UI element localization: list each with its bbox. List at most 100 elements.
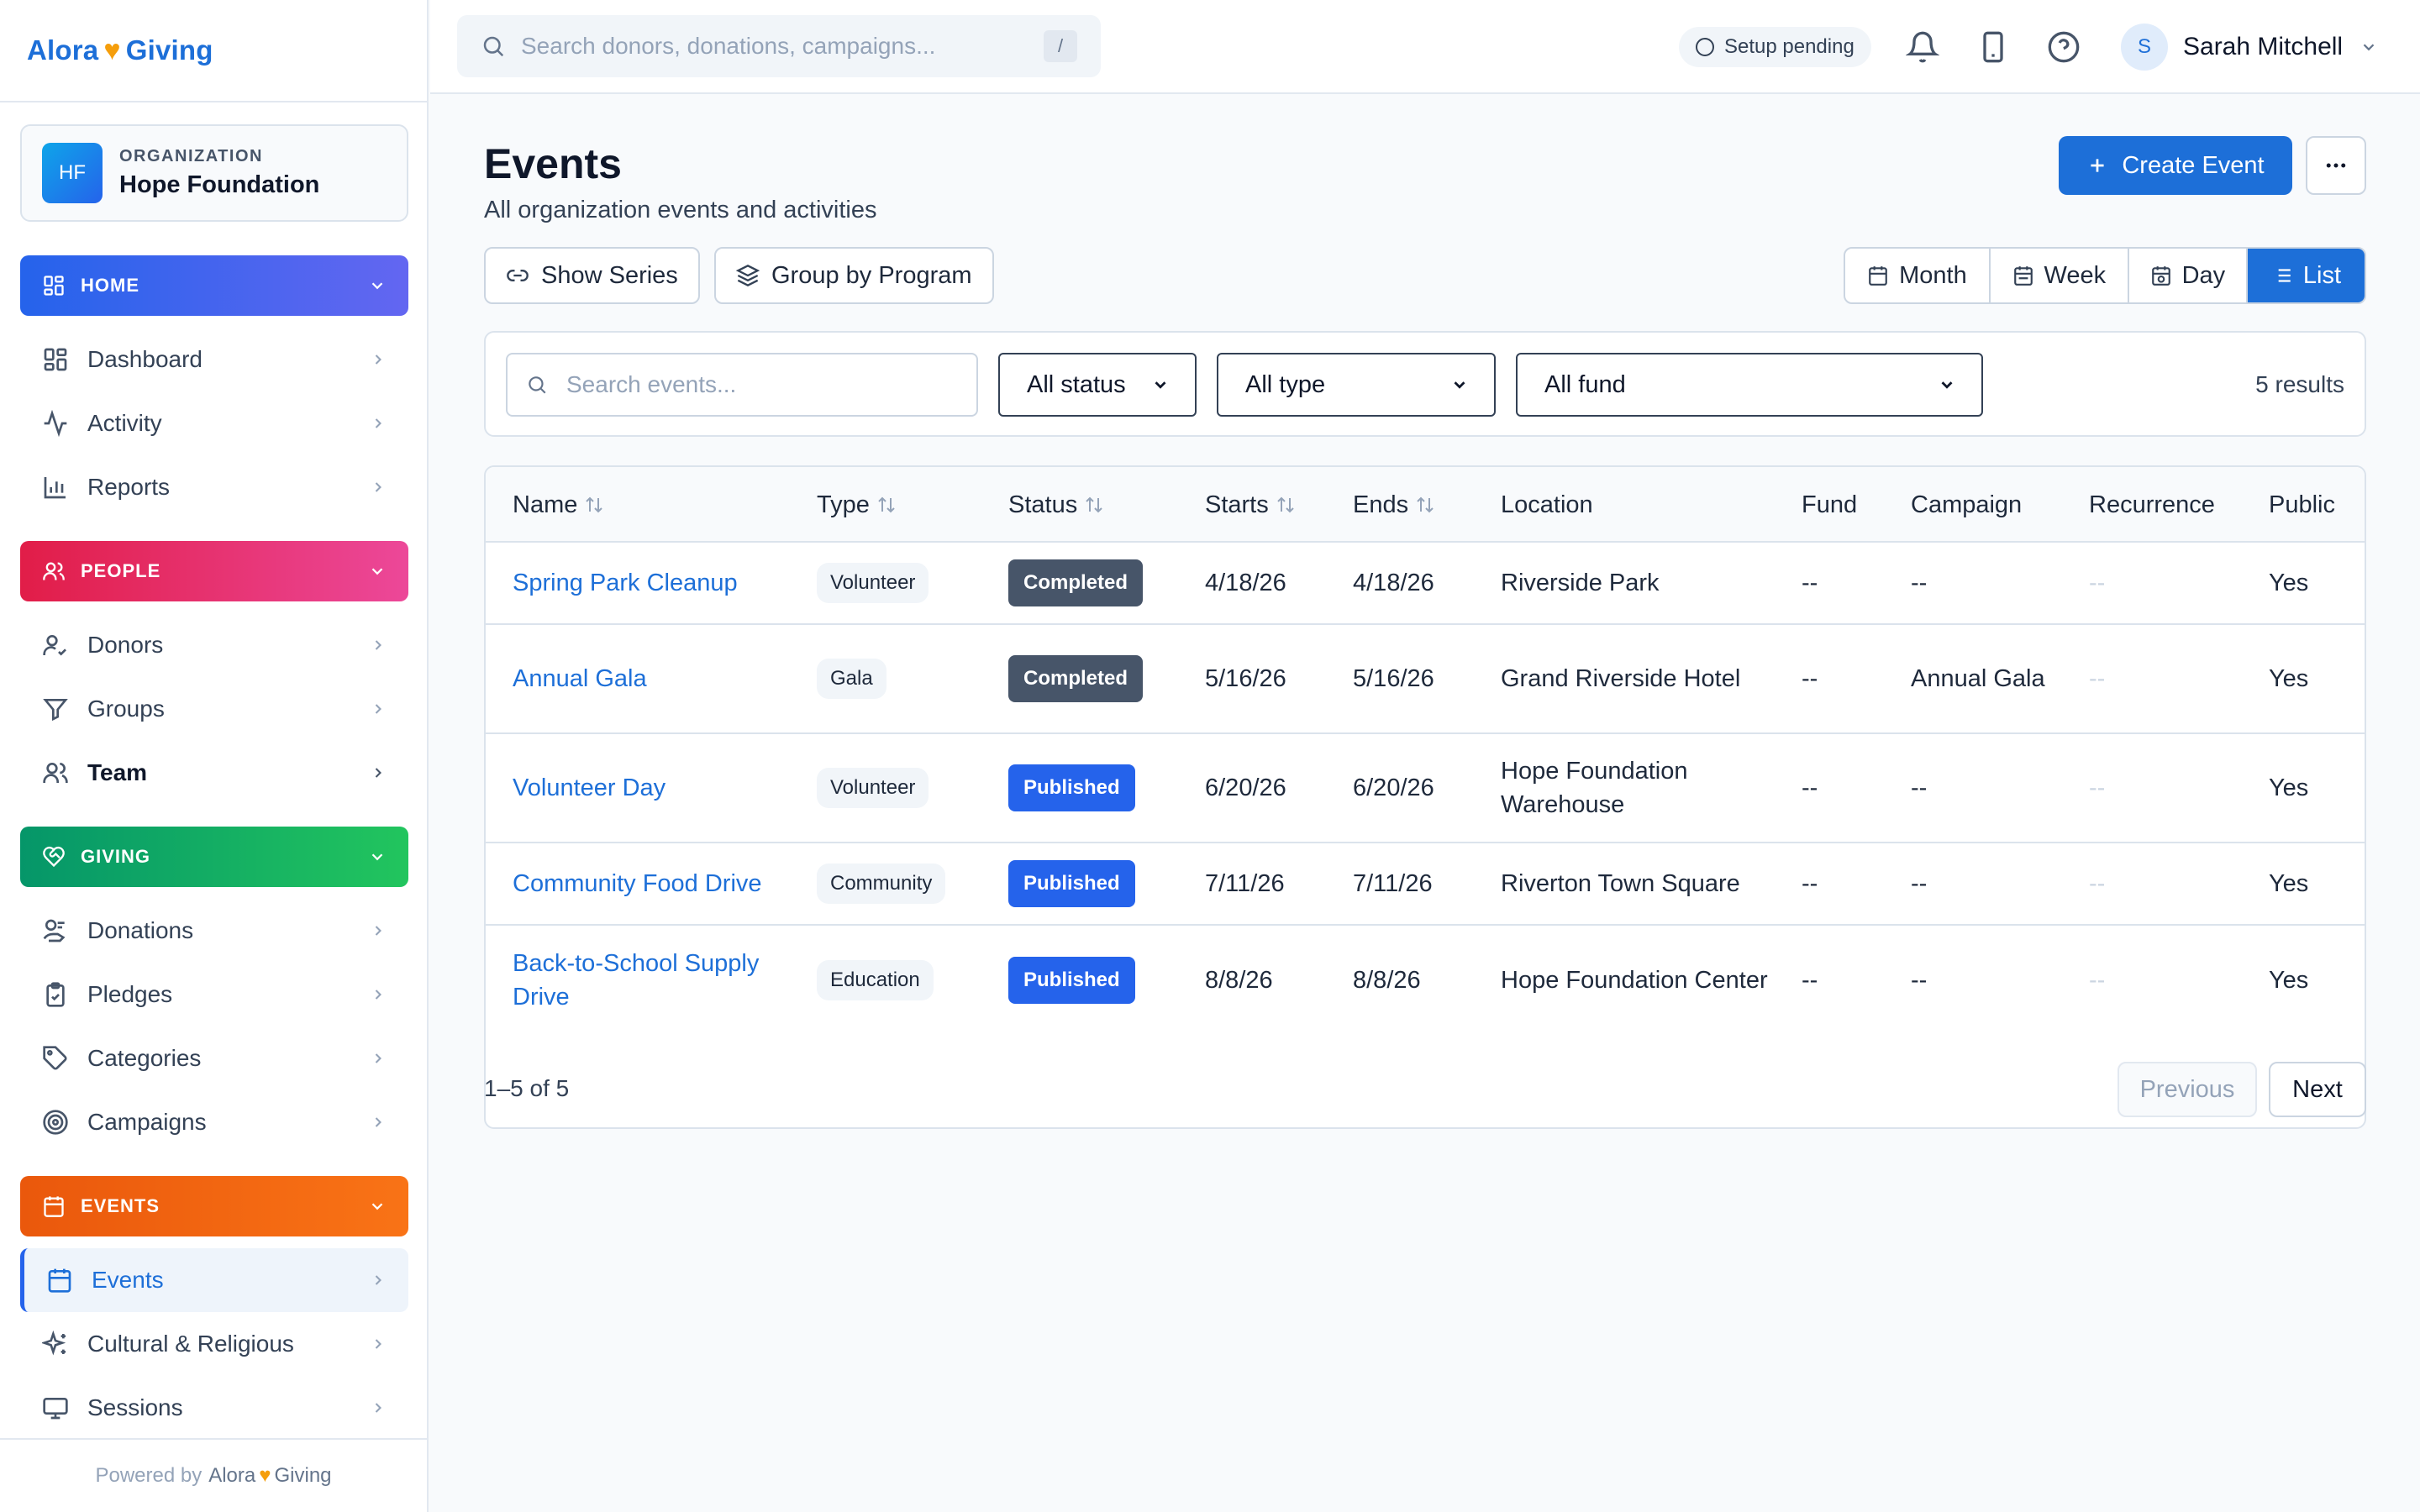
- view-day-button[interactable]: Day: [2129, 249, 2248, 302]
- cell-type: Gala: [817, 625, 993, 732]
- bell-icon[interactable]: [1906, 30, 1939, 64]
- status-filter-select[interactable]: All status: [998, 353, 1197, 417]
- cell-public: Yes: [2269, 967, 2309, 994]
- show-series-button[interactable]: Show Series: [484, 247, 700, 304]
- cell-starts: 4/18/26: [1205, 570, 1286, 596]
- table-row[interactable]: Spring Park Cleanup Volunteer Completed 4/1…: [486, 543, 2365, 625]
- avatar: S: [2121, 24, 2168, 71]
- more-options-button[interactable]: [2306, 136, 2366, 195]
- cell-campaign: --: [1911, 870, 1928, 897]
- create-event-button[interactable]: Create Event: [2059, 136, 2292, 195]
- sidebar-item-dashboard[interactable]: Dashboard: [20, 328, 408, 391]
- sidebar-item-pledges[interactable]: Pledges: [20, 963, 408, 1026]
- sidebar-item-events[interactable]: Events: [20, 1248, 408, 1312]
- column-header-starts[interactable]: Starts: [1205, 467, 1296, 543]
- sidebar-item-categories[interactable]: Categories: [20, 1026, 408, 1090]
- sidebar-item-label: Events: [92, 1267, 164, 1293]
- user-menu[interactable]: S Sarah Mitchell: [2121, 0, 2378, 94]
- section-people[interactable]: PEOPLE: [20, 541, 408, 601]
- event-name-link[interactable]: Back-to-School Supply Drive: [513, 926, 798, 1035]
- chevron-right-icon: [375, 1339, 381, 1349]
- heart-handshake-icon: [43, 846, 65, 868]
- sparkles-icon: [42, 1331, 66, 1356]
- event-name-link[interactable]: Volunteer Day: [513, 734, 798, 842]
- column-header-status[interactable]: Status: [1008, 467, 1104, 543]
- setup-status-badge[interactable]: Setup pending: [1679, 27, 1871, 67]
- global-search[interactable]: /: [457, 15, 1101, 77]
- group-by-program-button[interactable]: Group by Program: [714, 247, 994, 304]
- activity-icon: [44, 410, 67, 437]
- cell-ends: 5/16/26: [1353, 665, 1434, 692]
- cell-type: Education: [817, 926, 993, 1035]
- sidebar-nav: HOME Dashboard Activity Reports PEOPLE D…: [20, 255, 408, 1440]
- section-giving[interactable]: GIVING: [20, 827, 408, 887]
- section-home[interactable]: HOME: [20, 255, 408, 316]
- sidebar-item-cultural-religious[interactable]: Cultural & Religious: [20, 1312, 408, 1376]
- powered-brand-left: Alora: [208, 1464, 256, 1487]
- next-page-button[interactable]: Next: [2269, 1062, 2366, 1117]
- table-row[interactable]: Annual Gala Gala Completed 5/16/26 5/16/26 Gr…: [486, 625, 2365, 734]
- calendar-icon: [44, 1196, 64, 1217]
- view-switcher: Month Week Day List: [1844, 247, 2366, 304]
- sidebar-item-reports[interactable]: Reports: [20, 455, 408, 519]
- calendar-icon: [1869, 266, 1887, 286]
- section-events[interactable]: EVENTS: [20, 1176, 408, 1236]
- status-badge: Published: [1008, 860, 1135, 907]
- column-header-type[interactable]: Type: [817, 467, 897, 543]
- view-week-button[interactable]: Week: [1991, 249, 2129, 302]
- search-icon: [483, 36, 504, 57]
- global-search-input[interactable]: [521, 33, 1044, 60]
- view-list-button[interactable]: List: [2247, 249, 2365, 302]
- column-header-recurrence: Recurrence: [2089, 467, 2215, 543]
- previous-page-button[interactable]: Previous: [2118, 1062, 2257, 1117]
- cell-starts: 5/16/26: [1205, 665, 1286, 692]
- sort-icon: [1277, 496, 1294, 513]
- sidebar-item-campaigns[interactable]: Campaigns: [20, 1090, 408, 1154]
- chevron-down-icon: [371, 1203, 383, 1210]
- chevron-right-icon: [375, 926, 381, 936]
- event-name-link[interactable]: Annual Gala: [513, 625, 798, 732]
- table-row[interactable]: Volunteer Day Volunteer Published 6/20/26 6/…: [486, 734, 2365, 843]
- powered-by-footer: Powered by Alora ♥ Giving: [0, 1438, 427, 1512]
- fund-filter-value: All fund: [1544, 370, 1626, 398]
- cell-type: Volunteer: [817, 734, 993, 842]
- status-badge: Published: [1008, 764, 1135, 811]
- cell-campaign: --: [1911, 570, 1928, 596]
- cell-recurrence: --: [2089, 870, 2106, 897]
- sidebar-item-donors[interactable]: Donors: [20, 613, 408, 677]
- event-search-input[interactable]: [566, 371, 958, 398]
- event-search[interactable]: [506, 353, 978, 417]
- mobile-icon[interactable]: [1976, 30, 2010, 64]
- sidebar-item-team[interactable]: Team: [20, 741, 408, 805]
- event-name-link[interactable]: Community Food Drive: [513, 843, 798, 924]
- column-header-label: Location: [1501, 491, 1593, 518]
- view-month-button[interactable]: Month: [1845, 249, 1991, 302]
- search-icon: [529, 376, 546, 394]
- cell-recurrence: --: [2089, 665, 2106, 692]
- sidebar-item-groups[interactable]: Groups: [20, 677, 408, 741]
- column-header-ends[interactable]: Ends: [1353, 467, 1435, 543]
- target-icon: [43, 1110, 68, 1135]
- help-icon[interactable]: [2047, 30, 2081, 64]
- sidebar: Alora ♥ Giving HF ORGANIZATION Hope Foun…: [0, 0, 429, 1512]
- cell-public: Yes: [2269, 774, 2309, 801]
- sidebar-item-activity[interactable]: Activity: [20, 391, 408, 455]
- fund-filter-select[interactable]: All fund: [1516, 353, 1983, 417]
- event-name-link[interactable]: Spring Park Cleanup: [513, 543, 798, 623]
- type-badge: Volunteer: [817, 768, 929, 808]
- sidebar-item-sessions[interactable]: Sessions: [20, 1376, 408, 1440]
- cell-location: Riverton Town Square: [1501, 870, 1740, 897]
- table-row[interactable]: Back-to-School Supply Drive Education Publ…: [486, 926, 2365, 1035]
- cell-status: Published: [1008, 734, 1193, 842]
- organization-switcher[interactable]: HF ORGANIZATION Hope Foundation: [20, 124, 408, 222]
- user-name: Sarah Mitchell: [2183, 33, 2344, 60]
- people-icon: [43, 562, 65, 580]
- sidebar-item-donations[interactable]: Donations: [20, 899, 408, 963]
- column-header-name[interactable]: Name: [513, 467, 604, 543]
- next-page-label: Next: [2292, 1075, 2343, 1103]
- table-row[interactable]: Community Food Drive Community Published 7/…: [486, 843, 2365, 926]
- sort-icon: [1086, 496, 1102, 513]
- type-filter-select[interactable]: All type: [1217, 353, 1496, 417]
- setup-status-text: Setup pending: [1724, 35, 1854, 58]
- brand-logo[interactable]: Alora ♥ Giving: [0, 0, 427, 102]
